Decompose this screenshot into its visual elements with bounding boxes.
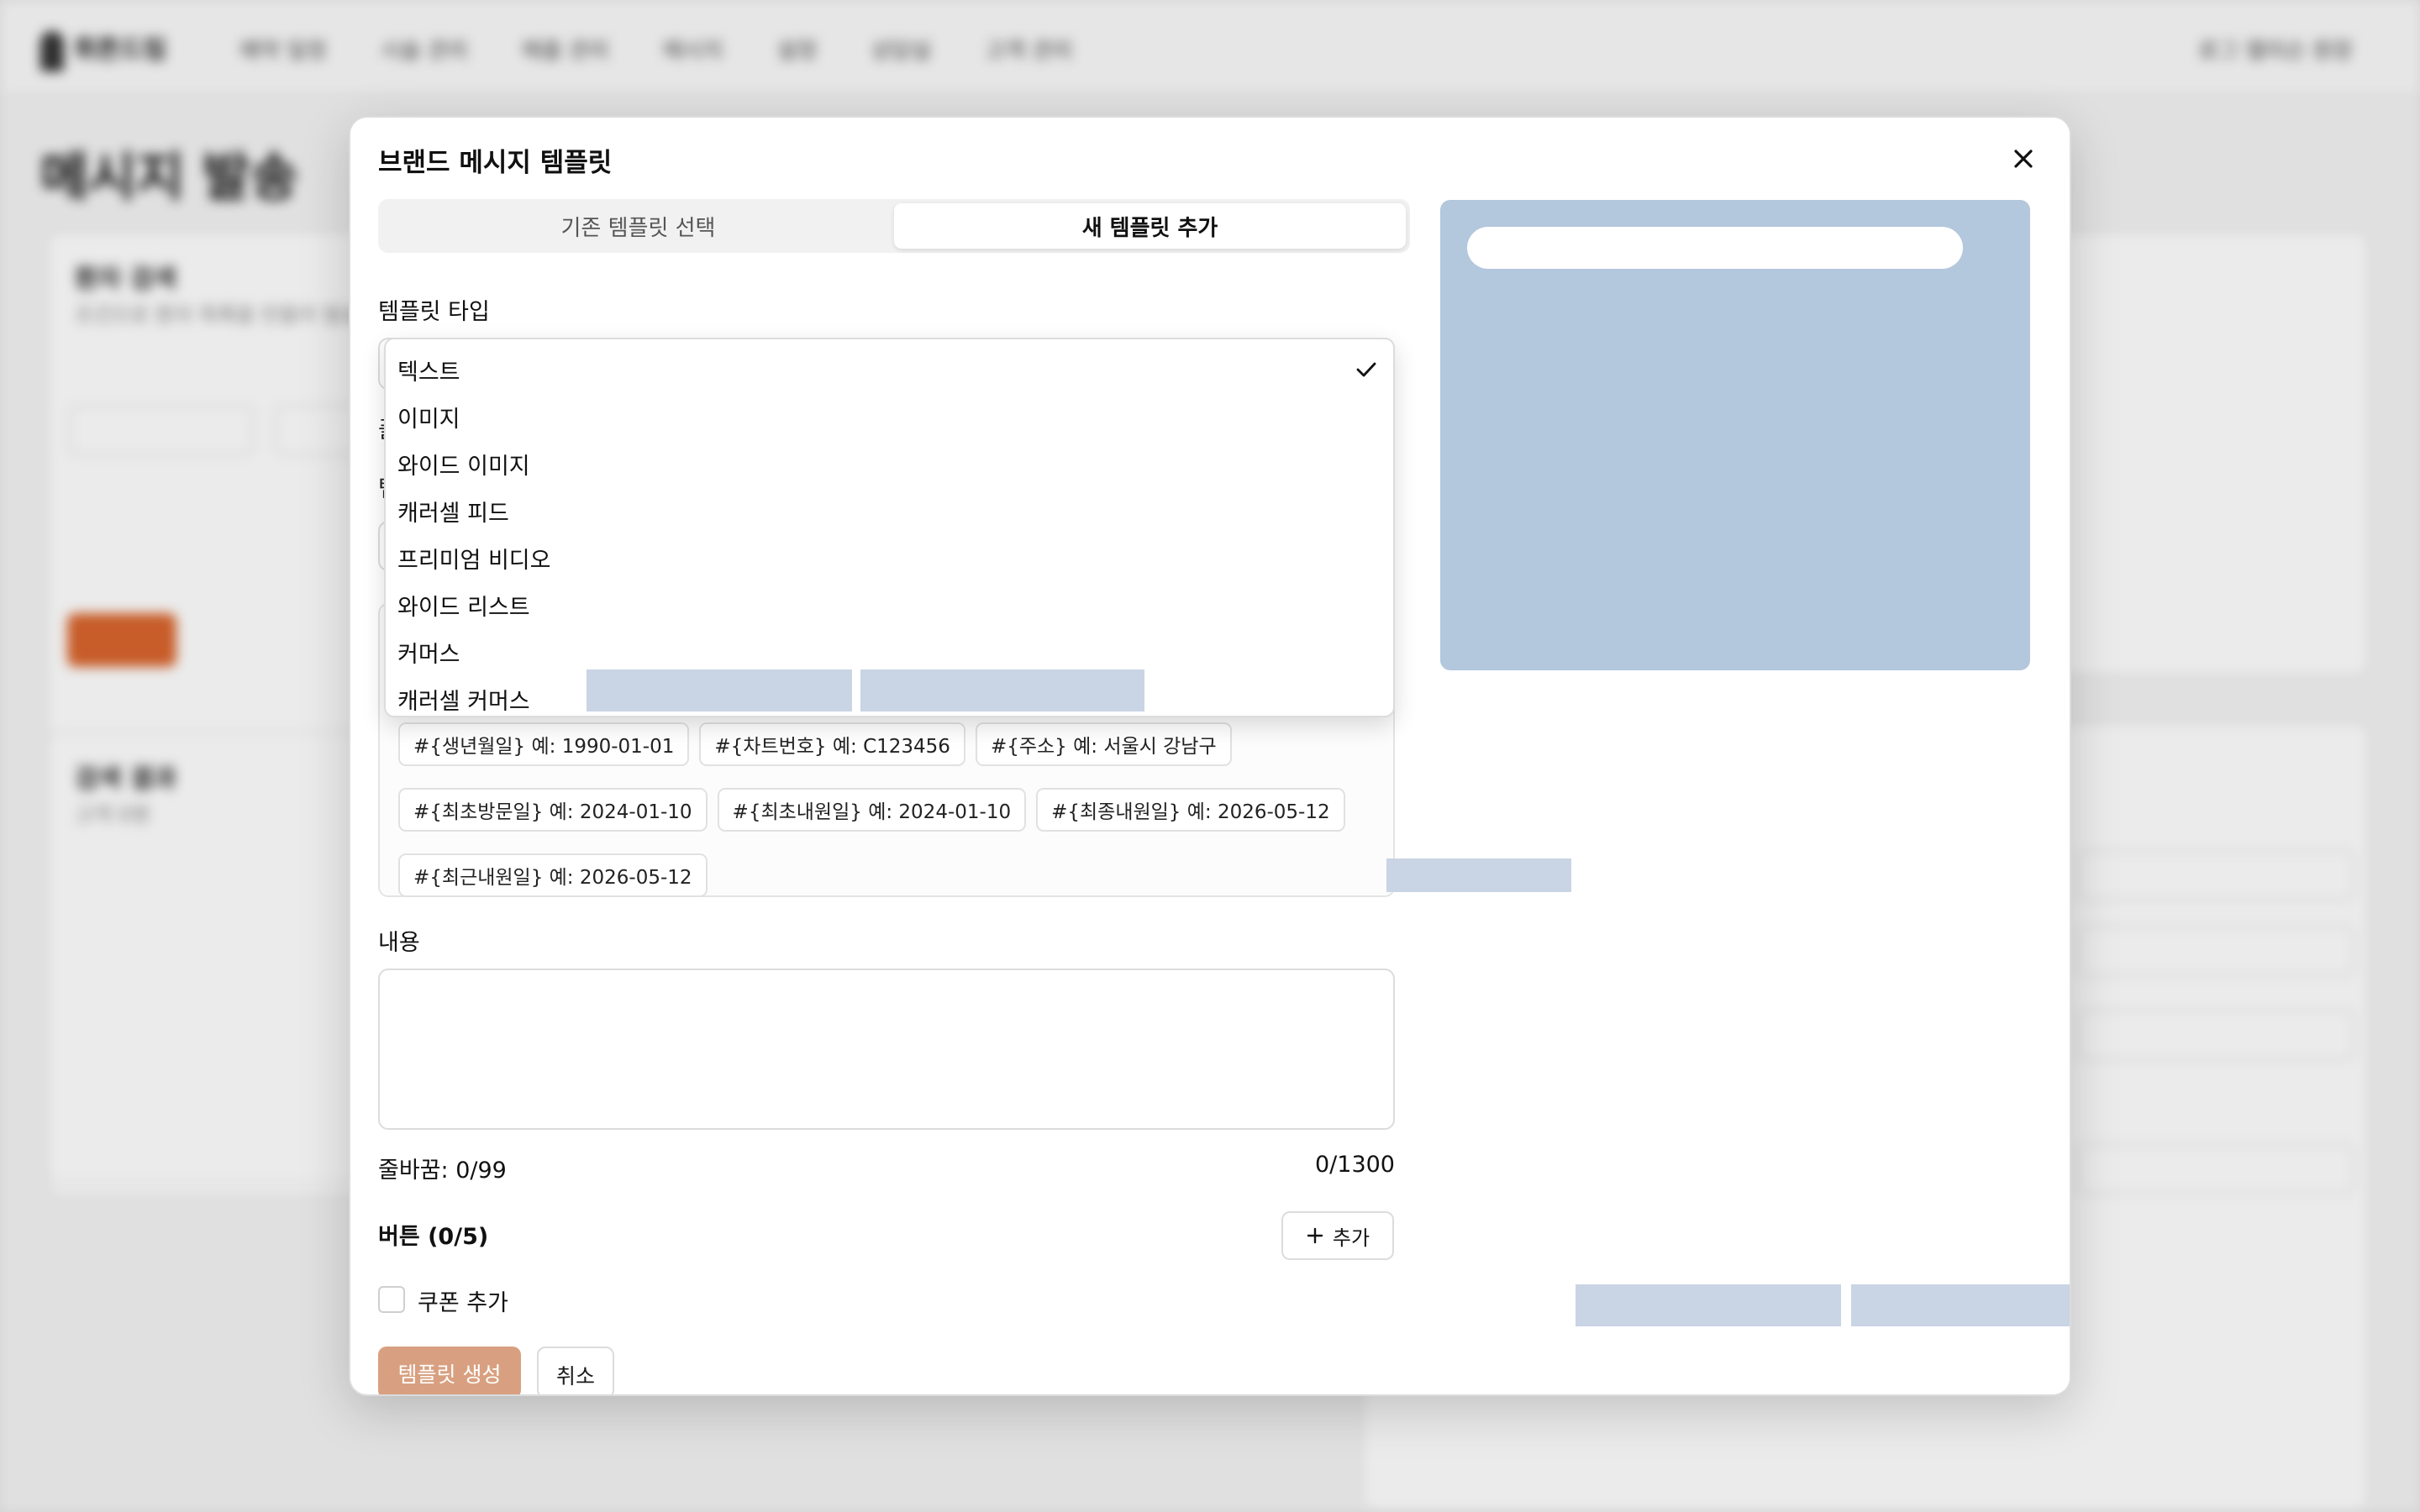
plus-icon [1307,1227,1323,1244]
option-label: 프리미엄 비디오 [397,547,551,574]
template-type-option[interactable]: 와이드 이미지 [386,440,1393,487]
tab-existing-template[interactable]: 기존 템플릿 선택 [382,203,894,249]
content-textarea[interactable] [378,969,1395,1130]
close-button[interactable] [2002,138,2044,180]
close-icon [2014,150,2033,168]
check-icon [1356,362,1376,377]
option-label: 캐러셀 커머스 [397,688,530,715]
variable-chip[interactable]: #{최종내원일} 예: 2026-05-12 [1036,788,1345,832]
variable-chip[interactable]: #{주소} 예: 서울시 강남구 [975,722,1232,766]
option-label: 와이드 리스트 [397,594,530,621]
option-label: 이미지 [397,406,460,433]
add-button[interactable]: 추가 [1281,1211,1394,1260]
add-button-label: 추가 [1332,1226,1370,1250]
template-type-label: 템플릿 타입 [378,299,490,325]
template-type-option[interactable]: 텍스트 [386,346,1393,393]
variable-chip-list: #{생년월일} 예: 1990-01-01 #{차트번호} 예: C123456… [398,722,1390,897]
buttons-label: 버튼 (0/5) [378,1224,489,1250]
option-label: 와이드 이미지 [397,453,530,480]
template-type-option[interactable]: 프리미엄 비디오 [386,534,1393,581]
redacted-block [587,669,852,711]
tab-new-template[interactable]: 새 템플릿 추가 [894,203,1406,249]
redacted-block [1386,858,1571,892]
modal-title: 브랜드 메시지 템플릿 [378,148,613,178]
cancel-button[interactable]: 취소 [537,1347,614,1394]
redacted-block [1851,1284,2070,1326]
template-type-option[interactable]: 커머스 [386,628,1393,675]
option-label: 텍스트 [397,359,460,386]
redacted-block [1576,1284,1841,1326]
create-template-button[interactable]: 템플릿 생성 [378,1347,521,1394]
preview-message-bubble [1467,227,1963,269]
template-modal: 브랜드 메시지 템플릿 기존 템플릿 선택 새 템플릿 추가 템플릿 타입 플 … [349,116,2071,1396]
variable-chip[interactable]: #{최초방문일} 예: 2024-01-10 [398,788,708,832]
template-tabs: 기존 템플릿 선택 새 템플릿 추가 [378,199,1410,253]
option-label: 캐러셀 피드 [397,500,509,527]
variable-chip[interactable]: #{생년월일} 예: 1990-01-01 [398,722,690,766]
template-type-option[interactable]: 캐러셀 피드 [386,487,1393,534]
coupon-label: 쿠폰 추가 [418,1290,508,1316]
template-type-option[interactable]: 와이드 리스트 [386,581,1393,628]
content-label: 내용 [378,930,420,956]
template-type-option[interactable]: 이미지 [386,393,1393,440]
line-break-counter: 줄바꿈: 0/99 [378,1158,507,1184]
char-counter: 0/1300 [1315,1152,1395,1178]
template-preview [1440,200,2030,670]
redacted-block [860,669,1144,711]
variable-chip[interactable]: #{최근내원일} 예: 2026-05-12 [398,853,708,897]
variable-chip[interactable]: #{최초내원일} 예: 2024-01-10 [717,788,1027,832]
coupon-checkbox[interactable] [378,1286,405,1313]
template-type-dropdown: 텍스트 이미지 와이드 이미지 캐러셀 피드 프리미엄 비디오 와이드 리스트 … [384,338,1395,717]
option-label: 커머스 [397,641,460,668]
variable-chip[interactable]: #{차트번호} 예: C123456 [699,722,965,766]
